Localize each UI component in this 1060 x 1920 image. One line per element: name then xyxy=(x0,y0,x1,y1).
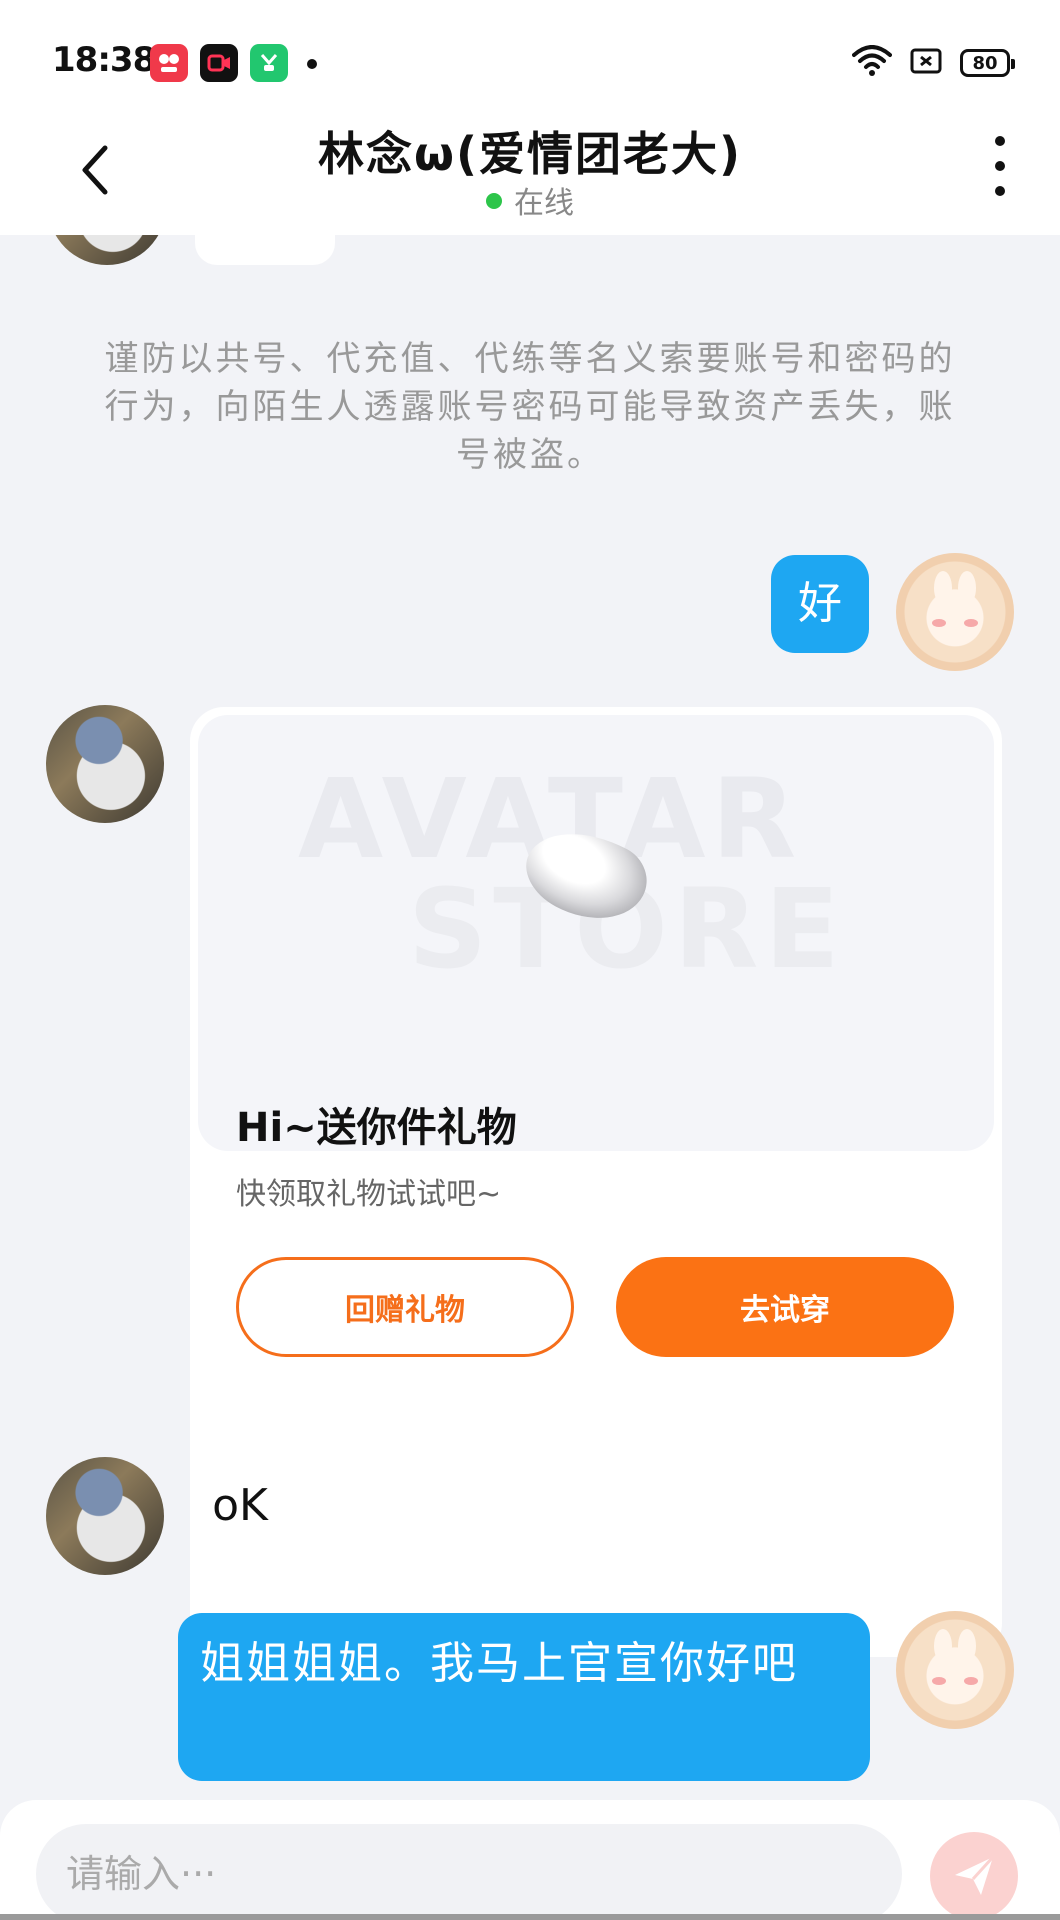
battery-level: 80 xyxy=(972,52,998,74)
message-text: 好 xyxy=(798,578,842,629)
screenshot-icon xyxy=(910,47,942,79)
previous-message-bubble xyxy=(195,235,335,265)
input-bar: 请输入··· xyxy=(0,1800,1060,1920)
bunny-cheek xyxy=(932,619,946,627)
more-options-button[interactable] xyxy=(990,136,1010,196)
contact-avatar[interactable] xyxy=(46,705,164,823)
bunny-ear xyxy=(958,1629,976,1663)
gift-title: Hi~送你件礼物 xyxy=(236,1105,517,1151)
bunny-cheek xyxy=(964,1677,978,1685)
wifi-icon xyxy=(852,45,892,81)
battery-icon: 80 xyxy=(960,49,1015,77)
online-status: 在线 xyxy=(0,178,1060,222)
message-bubble-sent[interactable]: 好 xyxy=(771,555,869,653)
more-dot-icon xyxy=(995,136,1005,146)
online-dot-icon xyxy=(486,193,502,209)
page-title: 林念ω(爱情团老大) xyxy=(317,127,743,181)
bunny-ear xyxy=(934,1629,952,1663)
gift-card[interactable]: AVATAR STORE Hi~送你件礼物 快领取礼物试试吧~ 回赠礼物 去试穿 xyxy=(190,707,1002,1657)
xiaohongshu-icon xyxy=(150,44,188,82)
home-indicator xyxy=(0,1914,1060,1920)
message-input[interactable]: 请输入··· xyxy=(36,1824,902,1920)
notification-dot xyxy=(307,59,317,69)
contact-avatar[interactable] xyxy=(48,235,166,265)
status-bar: 18:38 80 xyxy=(0,0,1060,110)
message-bubble-sent[interactable]: 姐姐姐姐。我马上官宣你好吧 xyxy=(178,1613,870,1781)
bunny-cheek xyxy=(932,1677,946,1685)
more-dot-icon xyxy=(995,186,1005,196)
status-time: 18:38 xyxy=(52,40,156,80)
green-app-icon xyxy=(250,44,288,82)
contact-avatar[interactable] xyxy=(46,1457,164,1575)
bunny-cheek xyxy=(964,619,978,627)
message-text: 姐姐姐姐。我马上官宣你好吧 xyxy=(200,1638,798,1689)
chat-area[interactable]: 谨防以共号、代充值、代练等名义索要账号和密码的行为，向陌生人透露账号密码可能导致… xyxy=(0,235,1060,1800)
online-status-label: 在线 xyxy=(514,186,574,221)
my-avatar[interactable] xyxy=(896,1611,1014,1729)
try-on-button[interactable]: 去试穿 xyxy=(616,1257,954,1357)
video-icon xyxy=(200,44,238,82)
more-dot-icon xyxy=(995,161,1005,171)
send-button[interactable] xyxy=(930,1832,1018,1920)
message-text: oK xyxy=(212,1480,268,1531)
message-bubble-received[interactable]: oK xyxy=(190,1460,290,1552)
bunny-ear xyxy=(934,571,952,605)
send-icon xyxy=(955,1855,995,1895)
my-avatar[interactable] xyxy=(896,553,1014,671)
security-notice: 谨防以共号、代充值、代练等名义索要账号和密码的行为，向陌生人透露账号密码可能导致… xyxy=(104,339,956,475)
chat-header: 林念ω(爱情团老大) 在线 xyxy=(0,110,1060,235)
status-right: 80 xyxy=(852,44,1015,82)
gift-image: AVATAR STORE xyxy=(198,715,994,1151)
bunny-ear xyxy=(958,571,976,605)
gift-subtitle: 快领取礼物试试吧~ xyxy=(236,1177,502,1212)
return-gift-button[interactable]: 回赠礼物 xyxy=(236,1257,574,1357)
